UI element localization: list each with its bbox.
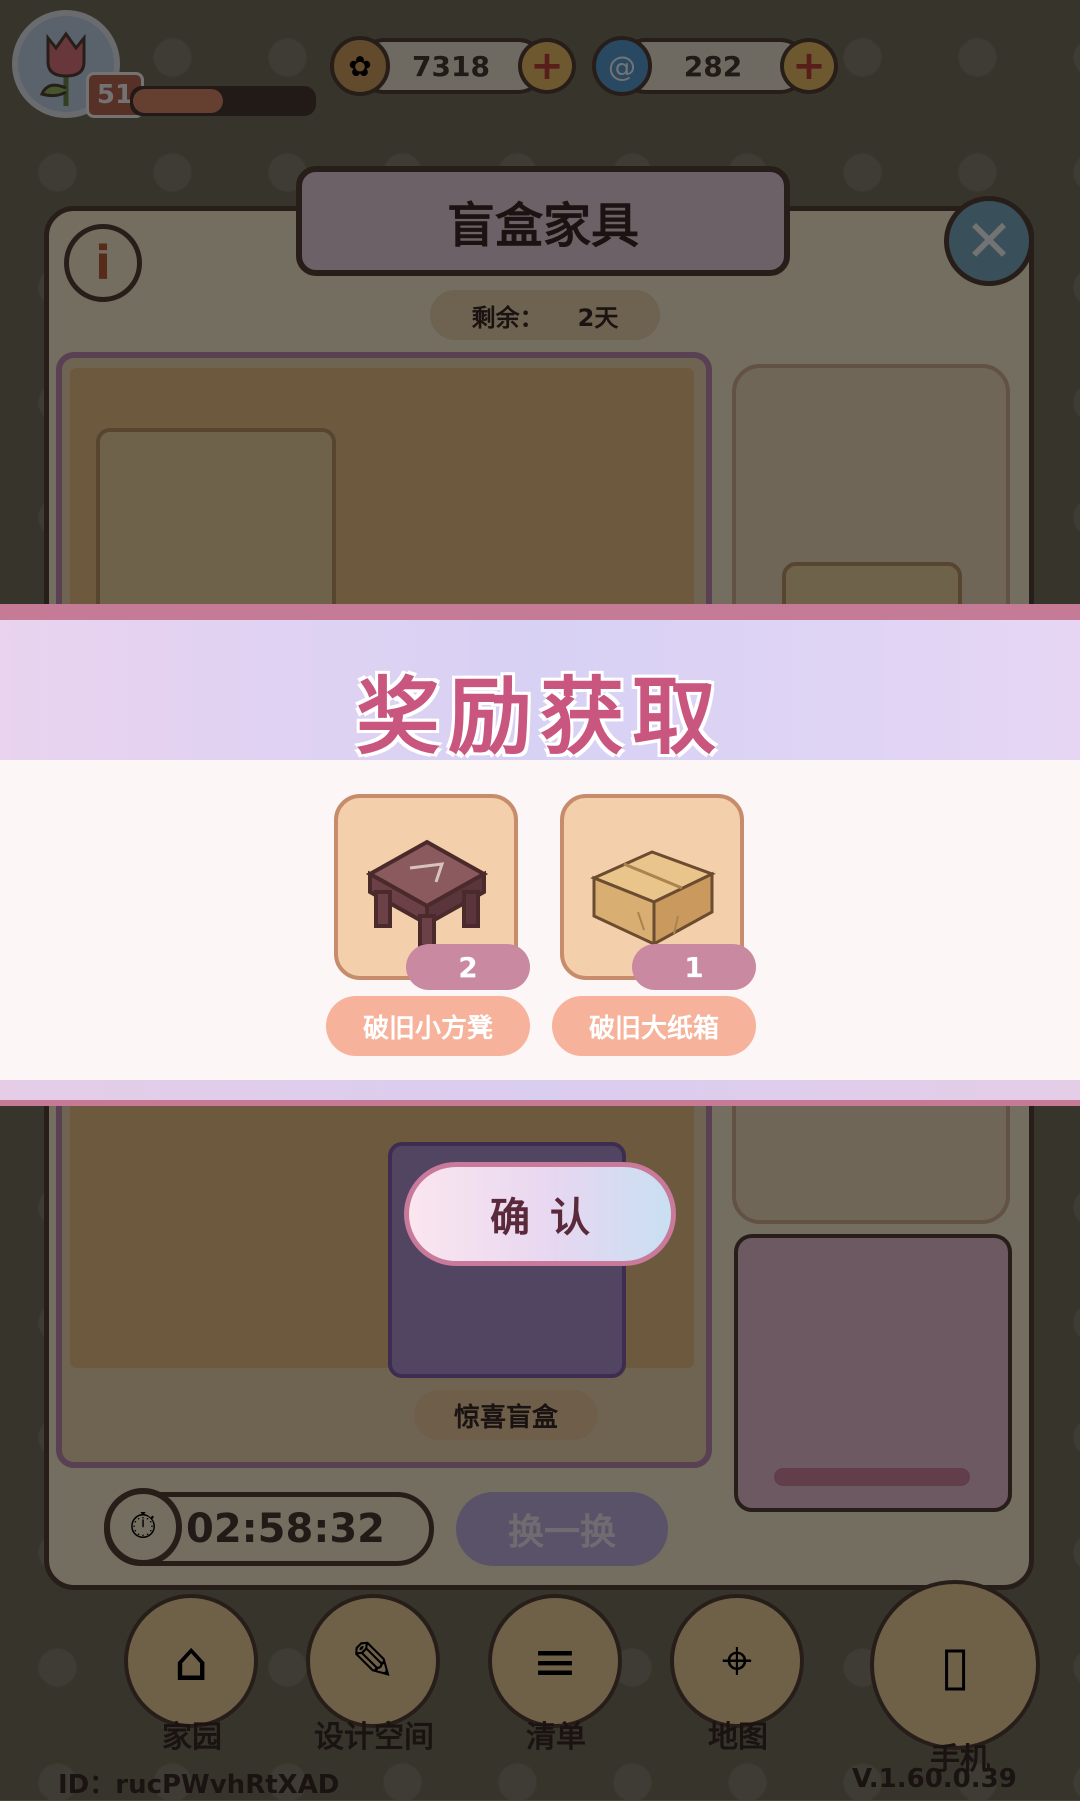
phone-icon: ▯ [940, 1633, 970, 1697]
nav-map[interactable]: ⌖ [670, 1594, 804, 1728]
add-coins-button[interactable]: + [518, 38, 576, 94]
home-icon: ⌂ [173, 1629, 209, 1693]
reward-body [0, 760, 1080, 1080]
nav-home[interactable]: ⌂ [124, 1594, 258, 1728]
version-label: V.1.60.0.39 [852, 1764, 1017, 1794]
reward-header: 奖励获取 [0, 620, 1080, 766]
reward-bottom-border [0, 1080, 1080, 1106]
player-id: ID：rucPWvhRtXAD [58, 1770, 340, 1800]
remaining-value: 2天 [577, 303, 619, 332]
xp-fill [133, 89, 223, 113]
reward-title: 奖励获取 [355, 668, 724, 766]
add-gems-button[interactable]: + [780, 38, 838, 94]
nav-design-label: 设计空间 [314, 1720, 434, 1755]
close-button[interactable]: ✕ [944, 196, 1034, 286]
swirl-gem-icon: @ [592, 36, 652, 96]
map-icon: ⌖ [721, 1629, 753, 1692]
reward-count-stool: 2 [406, 944, 530, 990]
nav-home-label: 家园 [162, 1720, 222, 1755]
modal-title: 盲盒家具 [296, 166, 790, 276]
nav-map-label: 地图 [708, 1720, 768, 1755]
nav-list-label: 清单 [526, 1720, 586, 1755]
nav-design[interactable]: ✎ [306, 1594, 440, 1728]
stool-icon [365, 839, 489, 948]
reward-name-stool: 破旧小方凳 [326, 996, 530, 1056]
design-icon: ✎ [350, 1629, 396, 1693]
info-button[interactable]: i [64, 224, 142, 302]
xp-bar [130, 86, 316, 116]
remaining-label: 剩余： [471, 303, 544, 332]
side-progress-bar [774, 1468, 970, 1486]
list-icon: ≡ [532, 1629, 578, 1693]
confirm-button[interactable]: 确认 [404, 1162, 676, 1266]
remaining-time: 剩余： 2天 [430, 290, 660, 340]
nav-phone[interactable]: ▯ [870, 1580, 1040, 1750]
reward-name-box: 破旧大纸箱 [552, 996, 756, 1056]
cardboard-box-icon [590, 850, 716, 947]
coin-icon: ✿ [330, 36, 390, 96]
clock-icon: ⏱ [104, 1488, 182, 1566]
swap-button[interactable]: 换一换 [456, 1492, 668, 1566]
reward-count-box: 1 [632, 944, 756, 990]
reward-dialog: 奖励获取 2 破旧小方凳 1 破旧大纸箱 [0, 604, 1080, 1110]
nav-list[interactable]: ≡ [488, 1594, 622, 1728]
surprise-box-label: 惊喜盲盒 [414, 1390, 598, 1440]
reward-top-border [0, 604, 1080, 620]
